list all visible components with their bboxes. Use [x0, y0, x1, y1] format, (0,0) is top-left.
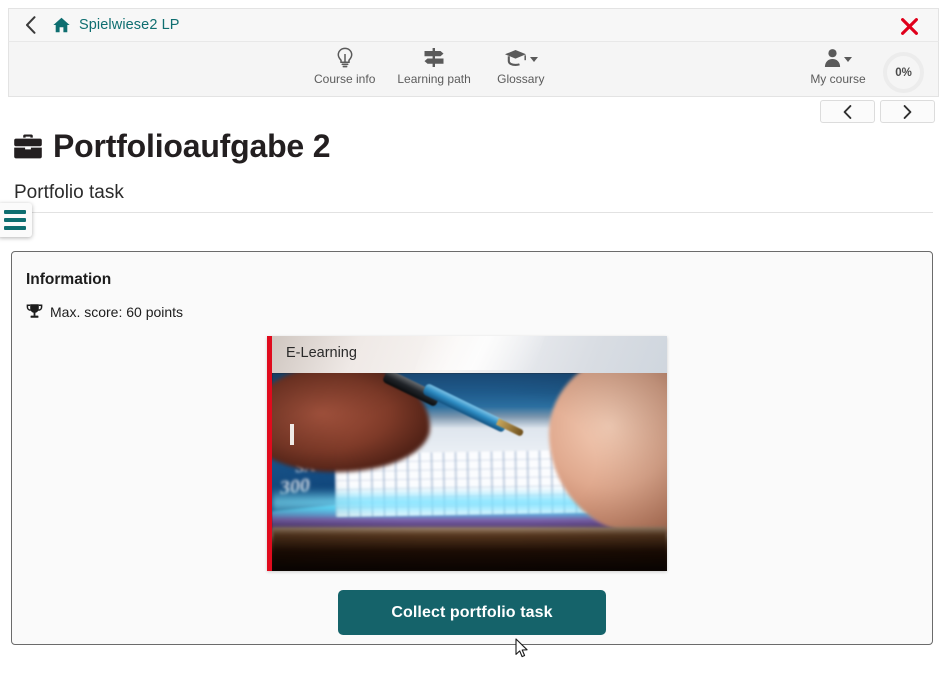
media-card-title: E-Learning	[286, 345, 357, 361]
toolbar-item-my-course[interactable]: My course	[810, 46, 866, 86]
toolbar-label-learning-path: Learning path	[397, 72, 471, 86]
pager	[820, 100, 935, 123]
course-page: Spielwiese2 LP Course info Learning path…	[0, 0, 947, 685]
max-score-text: Max. score: 60 points	[50, 303, 184, 320]
page-subtitle: Portfolio task	[14, 182, 124, 203]
hamburger-bar	[4, 226, 26, 230]
hamburger-bar	[4, 218, 26, 222]
hamburger-bar	[4, 210, 26, 214]
briefcase-icon	[13, 132, 43, 162]
title-divider	[14, 212, 933, 213]
lightbulb-icon	[336, 46, 354, 69]
course-progress-ring[interactable]: 0%	[883, 52, 924, 93]
close-icon	[900, 17, 918, 35]
toolbar-right-group: My course	[810, 46, 866, 86]
toolbar-center-group: Course info Learning path Glossary	[314, 46, 549, 86]
toolbar-item-glossary[interactable]: Glossary	[493, 46, 549, 86]
chevron-down-icon	[529, 57, 538, 62]
toolbar-item-course-info[interactable]: Course info	[314, 46, 375, 86]
toolbar-label-glossary: Glossary	[497, 72, 545, 86]
home-icon[interactable]	[53, 17, 70, 33]
toolbar-item-learning-path[interactable]: Learning path	[397, 46, 471, 86]
photo-vignette	[272, 373, 667, 571]
trophy-icon	[26, 303, 43, 320]
close-button[interactable]	[896, 13, 922, 39]
media-card[interactable]: E-Learning	[267, 336, 667, 571]
hamburger-icon[interactable]	[0, 203, 32, 237]
max-score-row: Max. score: 60 points	[26, 303, 183, 320]
chevron-left-icon	[25, 16, 35, 34]
information-heading: Information	[26, 271, 112, 288]
collect-portfolio-task-button[interactable]: Collect portfolio task	[338, 590, 606, 635]
pager-next-button[interactable]	[880, 100, 935, 123]
media-text-caret	[290, 424, 295, 446]
media-card-header: E-Learning	[272, 336, 667, 373]
page-title-row: Portfolioaufgabe 2	[13, 128, 331, 165]
toolbar-label-course-info: Course info	[314, 72, 376, 86]
page-title: Portfolioaufgabe 2	[53, 128, 331, 164]
media-card-image	[272, 373, 667, 571]
course-progress-value: 0%	[895, 66, 912, 79]
pager-prev-button[interactable]	[820, 100, 875, 123]
toolbar-label-my-course: My course	[810, 72, 866, 86]
user-icon	[824, 46, 852, 69]
information-panel: Information Max. score: 60 points E-Lear…	[11, 251, 933, 645]
signpost-icon	[423, 46, 445, 69]
back-button[interactable]	[19, 13, 41, 37]
chevron-left-icon	[843, 104, 852, 119]
chevron-right-icon	[903, 104, 912, 119]
chevron-down-icon	[844, 57, 852, 62]
course-toolbar: Course info Learning path Glossary My co…	[8, 41, 939, 97]
breadcrumb[interactable]: Spielwiese2 LP	[79, 17, 180, 33]
graduation-cap-icon	[504, 46, 538, 69]
top-bar: Spielwiese2 LP	[8, 8, 939, 41]
